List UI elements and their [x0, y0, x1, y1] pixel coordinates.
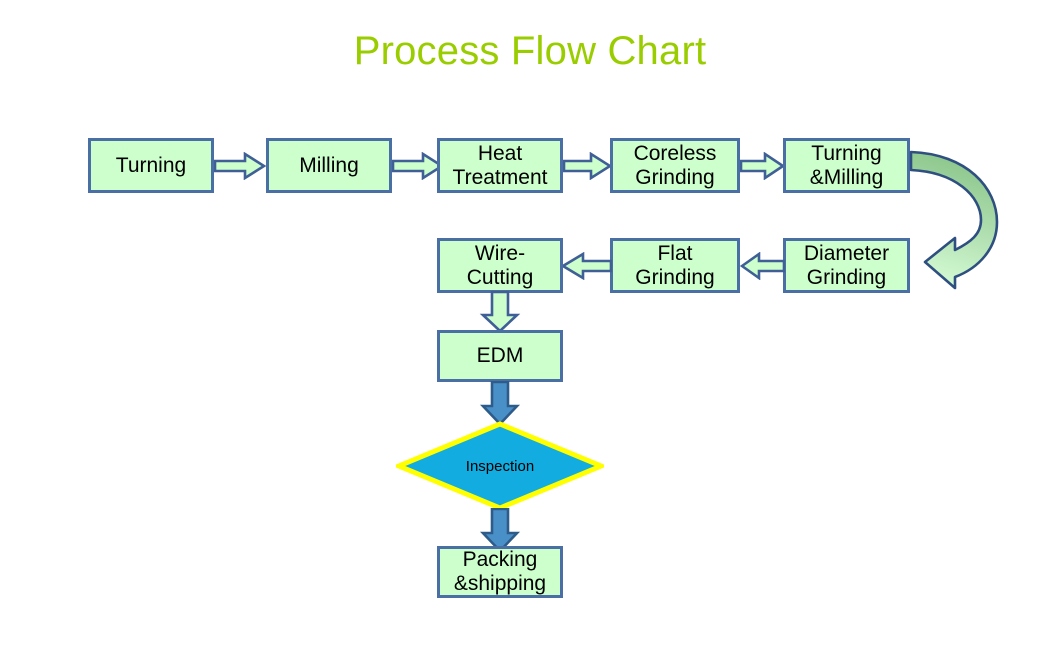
connector-edm-to-inspection: [479, 381, 521, 426]
node-flat-grinding[interactable]: Flat Grinding: [610, 238, 740, 293]
node-diameter-grinding[interactable]: Diameter Grinding: [783, 238, 910, 293]
connector-flat-to-wire-cutting: [561, 252, 612, 280]
connector-turning-to-milling: [214, 152, 266, 180]
connector-coreless-to-turning-milling: [740, 152, 785, 180]
page-title: Process Flow Chart: [353, 29, 707, 73]
connector-diameter-to-flat: [740, 252, 785, 280]
connector-wire-cutting-to-edm: [479, 291, 521, 333]
diamond-shape: [396, 421, 604, 511]
node-wire-cutting[interactable]: Wire- Cutting: [437, 238, 563, 293]
node-turning-and-milling[interactable]: Turning &Milling: [783, 138, 910, 193]
node-heat-treatment[interactable]: Heat Treatment: [437, 138, 563, 193]
node-milling[interactable]: Milling: [266, 138, 392, 193]
node-inspection-decision[interactable]: Inspection: [396, 421, 604, 511]
process-flow-chart-canvas: Process Flow Chart Turning Milling Heat …: [0, 0, 1060, 657]
node-edm[interactable]: EDM: [437, 330, 563, 382]
node-turning[interactable]: Turning: [88, 138, 214, 193]
node-packing-and-shipping[interactable]: Packing &shipping: [437, 546, 563, 598]
connector-heat-to-coreless: [563, 152, 612, 180]
node-coreless-grinding[interactable]: Coreless Grinding: [610, 138, 740, 193]
connector-turning-milling-to-diameter-grinding-curve: [903, 140, 1018, 295]
